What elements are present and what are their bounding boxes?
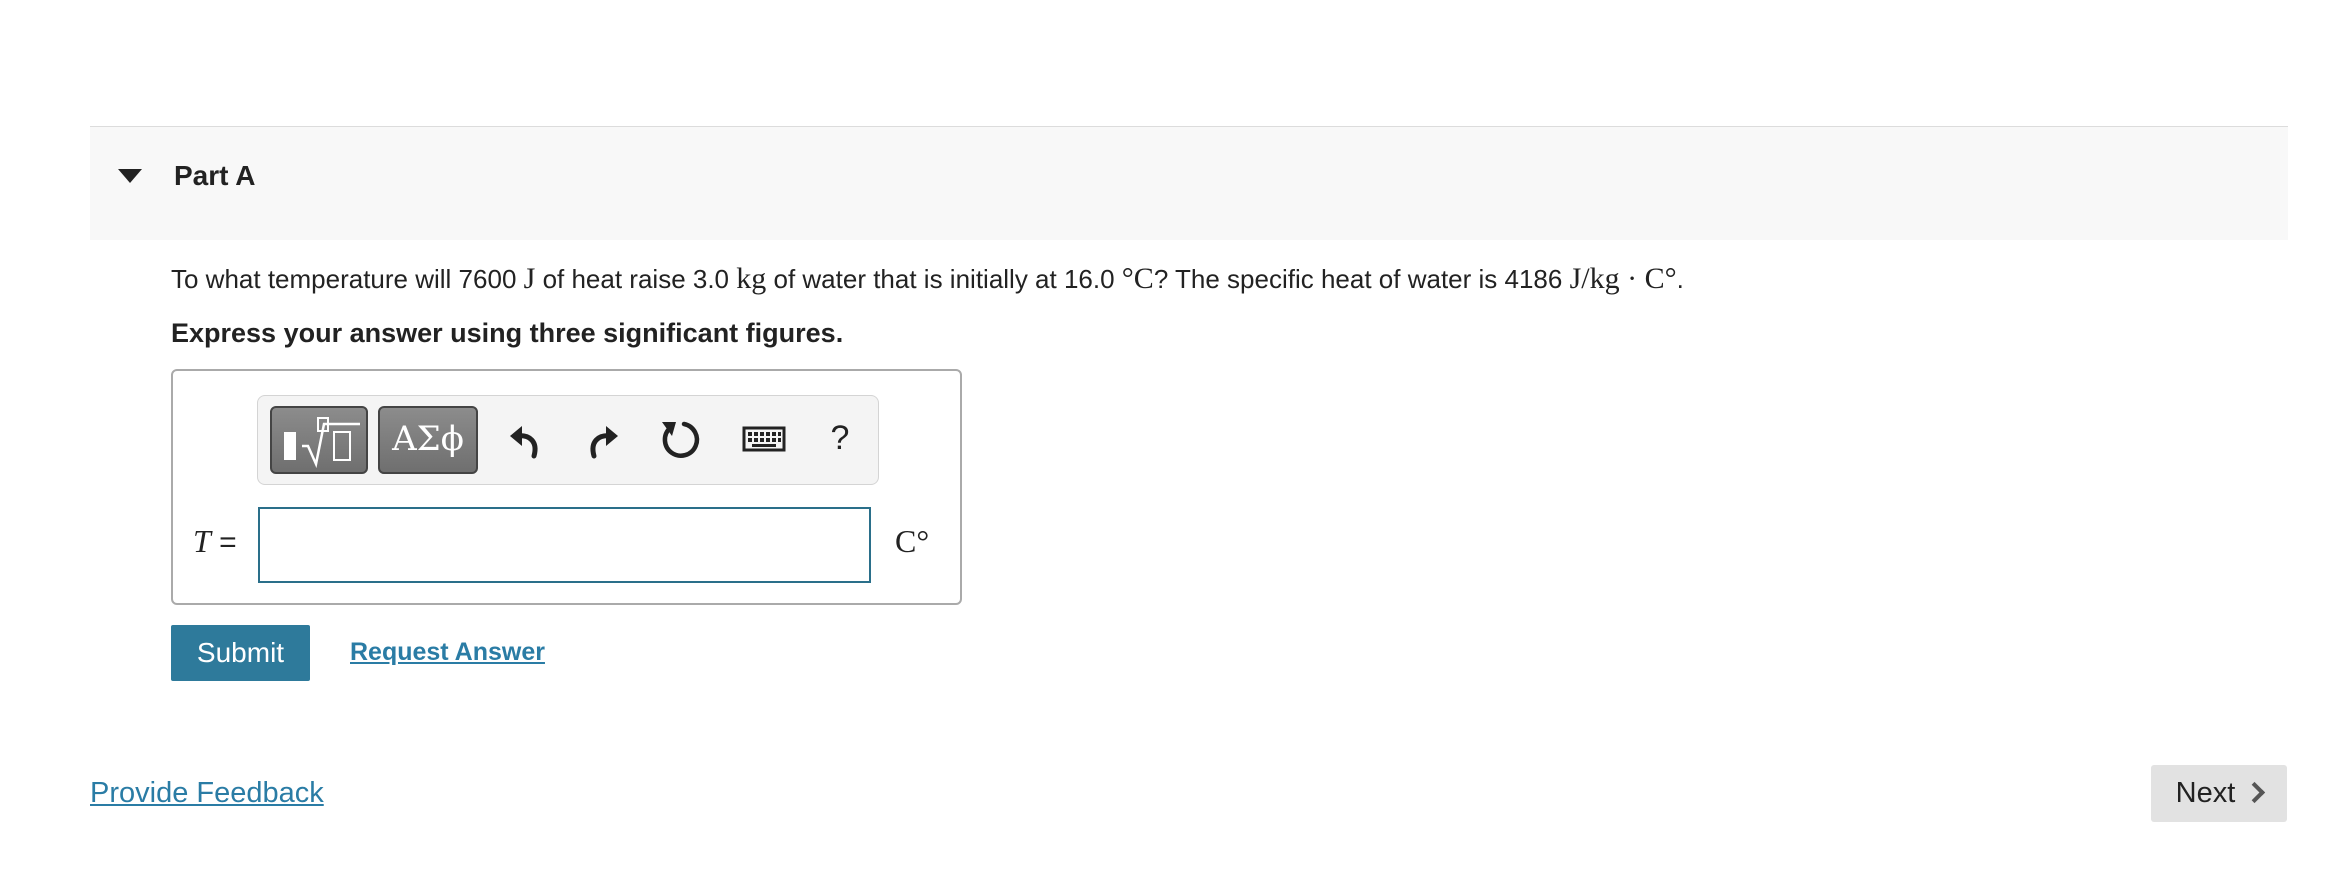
question-text-2: of heat raise 3.0 bbox=[542, 264, 730, 294]
help-button[interactable]: ? bbox=[820, 410, 860, 466]
greek-symbols-label: ΑΣϕ bbox=[392, 419, 464, 459]
question-unit-kg: kg bbox=[736, 262, 767, 295]
templates-button[interactable] bbox=[270, 406, 368, 474]
next-button[interactable]: Next bbox=[2151, 765, 2287, 822]
question-unit-celsius: °C bbox=[1121, 262, 1154, 295]
next-button-label: Next bbox=[2175, 777, 2236, 809]
answer-variable: T bbox=[193, 523, 211, 559]
keyboard-button[interactable] bbox=[734, 414, 794, 464]
chevron-right-icon bbox=[2244, 781, 2266, 804]
provide-feedback-link[interactable]: Provide Feedback bbox=[90, 777, 324, 810]
answer-input[interactable] bbox=[258, 507, 871, 583]
question-text-3: of water that is initially at 16.0 bbox=[773, 264, 1115, 294]
question-text-5: . bbox=[1676, 264, 1684, 294]
answer-equals: = bbox=[219, 526, 237, 559]
undo-icon bbox=[510, 426, 538, 459]
reset-icon bbox=[662, 421, 700, 458]
question-text-1: To what temperature will 7600 bbox=[171, 264, 517, 294]
answer-variable-label: T = bbox=[193, 523, 237, 560]
question-unit-specific-heat: J/kg · C° bbox=[1569, 262, 1677, 295]
question-text: To what temperature will 7600 J of heat … bbox=[171, 262, 1684, 296]
request-answer-link[interactable]: Request Answer bbox=[350, 638, 545, 667]
keyboard-icon bbox=[742, 426, 786, 452]
part-header[interactable]: Part A bbox=[90, 126, 2288, 240]
answer-box: ΑΣϕ ? T = C° bbox=[171, 369, 962, 605]
question-unit-joules: J bbox=[523, 262, 536, 295]
part-title: Part A bbox=[174, 160, 256, 191]
instruction-text: Express your answer using three signific… bbox=[171, 318, 844, 348]
question-text-4: ? The specific heat of water is 4186 bbox=[1153, 264, 1563, 294]
collapse-caret-icon[interactable] bbox=[118, 169, 142, 183]
templates-icon bbox=[284, 417, 360, 469]
greek-symbols-button[interactable]: ΑΣϕ bbox=[378, 406, 478, 474]
redo-icon bbox=[590, 426, 618, 459]
submit-button[interactable]: Submit bbox=[171, 625, 310, 681]
redo-button[interactable] bbox=[578, 414, 628, 464]
undo-button[interactable] bbox=[500, 414, 550, 464]
math-toolbar: ΑΣϕ ? bbox=[257, 395, 879, 485]
reset-button[interactable] bbox=[654, 414, 704, 464]
answer-unit: C° bbox=[895, 523, 930, 559]
